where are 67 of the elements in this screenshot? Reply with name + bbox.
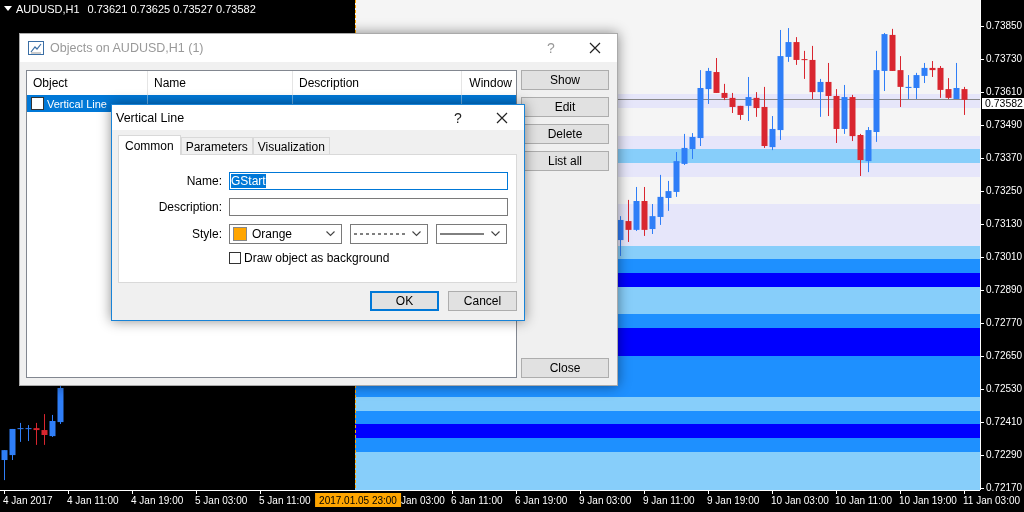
time-label: 4 Jan 19:00 xyxy=(131,494,184,507)
checkbox[interactable] xyxy=(31,97,44,110)
time-label: 9 Jan 11:00 xyxy=(643,494,695,507)
table-cell: Vertical Line xyxy=(47,97,107,110)
price-label: 0.72890 xyxy=(986,285,1023,295)
dialog-button[interactable]: Cancel xyxy=(448,291,517,311)
price-label: 0.72530 xyxy=(986,384,1023,394)
time-label: 10 Jan 19:00 xyxy=(899,494,957,507)
price-label: 0.73850 xyxy=(986,21,1023,31)
time-label: 6 Jan 19:00 xyxy=(515,494,568,507)
cursor-time-label: 2017.01.05 23:00 xyxy=(315,493,401,507)
current-price-label: 0.73582 xyxy=(982,98,1024,109)
column-header[interactable]: Window xyxy=(462,71,516,95)
price-label: 0.72170 xyxy=(986,483,1023,493)
chevron-icon xyxy=(412,231,421,237)
dialog-button[interactable]: Edit xyxy=(521,97,609,117)
line-style-dropdown[interactable] xyxy=(350,224,428,244)
tab[interactable]: Visualization xyxy=(252,137,330,155)
price-label: 0.73610 xyxy=(986,87,1023,97)
price-label: 0.73130 xyxy=(986,219,1023,229)
dialog-title: Objects on AUDUSD,H1 (1) xyxy=(50,41,205,55)
time-label: 10 Jan 11:00 xyxy=(835,494,893,507)
close-dialog-button[interactable]: Close xyxy=(521,358,609,378)
time-label: 4 Jan 11:00 xyxy=(67,494,119,507)
time-label: 5 Jan 03:00 xyxy=(195,494,248,507)
checkbox[interactable] xyxy=(229,252,241,264)
price-label: 0.73010 xyxy=(986,252,1023,262)
close-icon[interactable] xyxy=(589,42,601,54)
field-label: Name: xyxy=(185,174,222,188)
tab[interactable]: Common xyxy=(118,135,181,155)
time-label: 10 Jan 03:00 xyxy=(771,494,829,507)
chevron-icon xyxy=(326,231,335,237)
time-label: 6 Jan 11:00 xyxy=(451,494,503,507)
field-label: Style: xyxy=(191,227,222,241)
dialog-title: Vertical Line xyxy=(116,110,186,125)
close-icon[interactable] xyxy=(496,111,508,124)
price-label: 0.73730 xyxy=(986,54,1023,64)
color-dropdown[interactable]: Orange xyxy=(229,224,342,244)
price-label: 0.73250 xyxy=(986,186,1023,196)
solid-line-icon xyxy=(440,233,484,235)
dropdown-icon[interactable] xyxy=(4,6,12,12)
price-label: 0.72770 xyxy=(986,318,1023,328)
input-field[interactable]: GStart xyxy=(229,172,508,190)
chart-icon xyxy=(28,41,44,55)
time-label: 11 Jan 03:00 xyxy=(963,494,1021,507)
time-label: 9 Jan 19:00 xyxy=(707,494,760,507)
dialog-button[interactable]: OK xyxy=(370,291,439,311)
field-label: Description: xyxy=(157,200,222,214)
ohlc-values: 0.73621 0.73625 0.73527 0.73582 xyxy=(87,3,256,15)
time-label: 4 Jan 2017 xyxy=(3,494,53,507)
input-field[interactable] xyxy=(229,198,508,216)
help-button[interactable]: ? xyxy=(436,109,480,126)
price-label: 0.73370 xyxy=(986,153,1023,163)
price-label: 0.72650 xyxy=(986,351,1023,361)
time-label: Jan 03:00 xyxy=(401,494,445,507)
tab[interactable]: Parameters xyxy=(180,137,253,155)
time-label: 5 Jan 11:00 xyxy=(259,494,311,507)
line-width-dropdown[interactable] xyxy=(436,224,507,244)
price-label: 0.72410 xyxy=(986,417,1023,427)
checkbox-label: Draw object as background xyxy=(244,251,390,265)
price-label: 0.73490 xyxy=(986,120,1023,130)
time-label: 9 Jan 03:00 xyxy=(579,494,632,507)
dashed-line-icon xyxy=(354,233,406,235)
price-label: 0.72290 xyxy=(986,450,1023,460)
symbol-label: AUDUSD,H1 xyxy=(16,3,80,15)
chevron-icon xyxy=(491,231,500,237)
dialog-button[interactable]: Show xyxy=(521,70,609,90)
